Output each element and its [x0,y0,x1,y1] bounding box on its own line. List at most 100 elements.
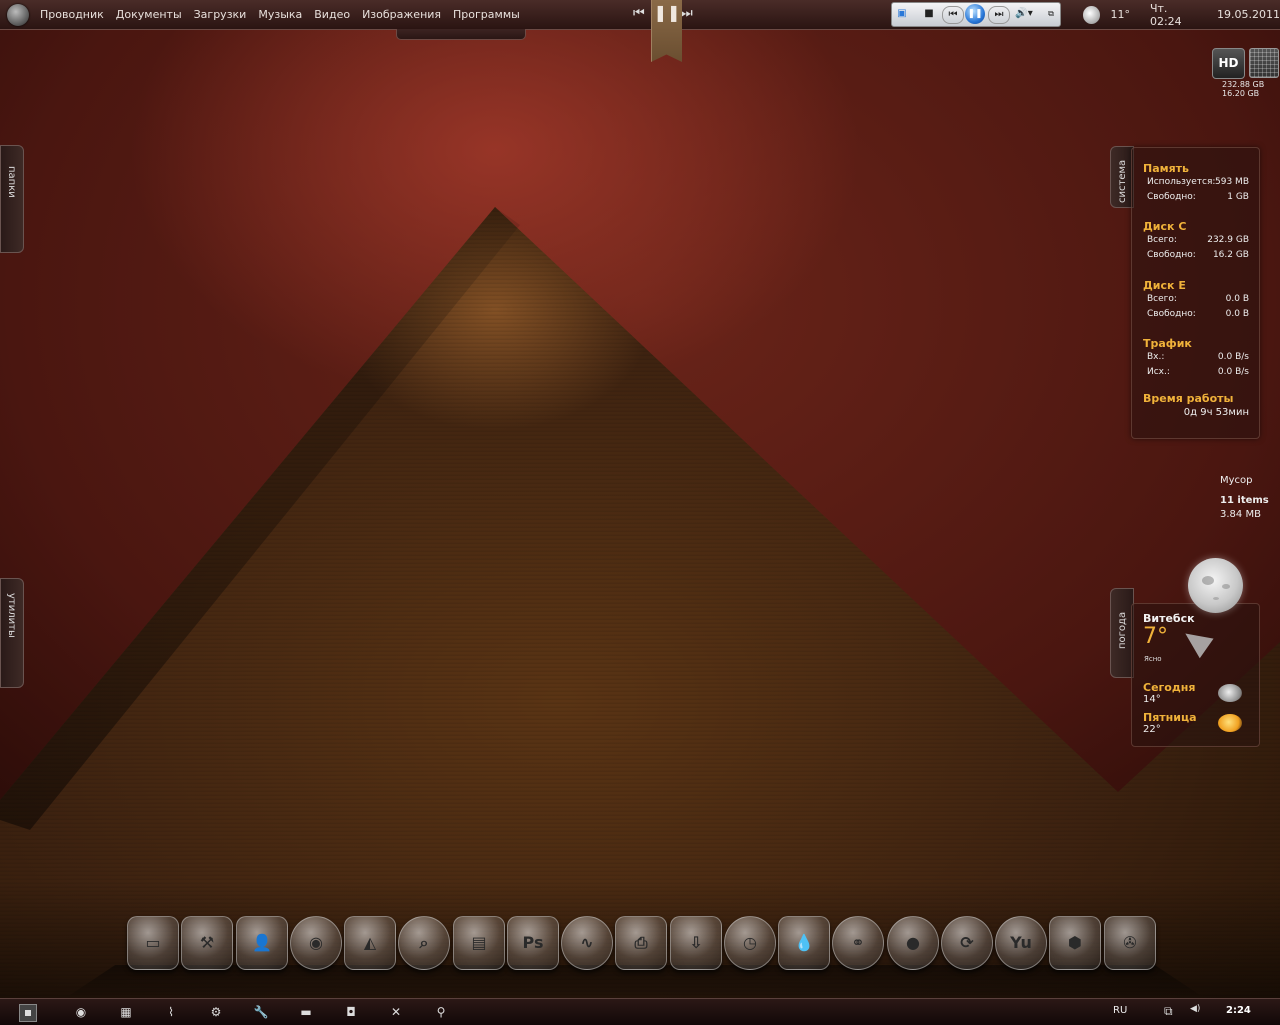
disk-e-total-row: Всего: 0.0 B [1147,294,1249,304]
taskbar-close-icon[interactable]: ✕ [385,1002,407,1022]
menu-video[interactable]: Видео [308,0,356,29]
clock-icon[interactable]: ◷ [724,916,776,970]
sidetab-utilities[interactable]: утилиты [0,578,24,688]
uptime-value: 0д 9ч 53мин [1183,407,1249,418]
sun-cloud-icon [1218,714,1242,732]
taskbar-clock[interactable]: 2:24 [1226,1005,1251,1016]
start-orb-icon[interactable] [7,4,29,26]
disk-e-title: Диск E [1143,279,1186,292]
ball-icon[interactable]: ● [887,916,939,970]
sidetab-folders[interactable]: папки [0,145,24,253]
menu-images[interactable]: Изображения [356,0,447,29]
menu-programs[interactable]: Программы [447,0,526,29]
taskbar-explorer-icon[interactable]: ▦ [115,1002,137,1022]
volume-tray-icon[interactable]: ◀) [1190,1004,1200,1014]
memory-free-row: Свободно: 1 GB [1147,192,1249,202]
taskbar-wrench-icon[interactable]: 🔧 [250,1002,272,1022]
pause-icon[interactable]: ❚❚ [965,4,985,24]
media-bookmark-ribbon[interactable]: ❚❚ [651,0,682,62]
user-icon[interactable]: 👤 [236,916,288,970]
sidetab-weather-label: погода [1117,611,1128,649]
wmp-restore-icon[interactable]: ⧉ [1046,6,1056,22]
taskbar-start-button[interactable] [19,1004,37,1022]
yu-icon[interactable]: Yu [995,916,1047,970]
rewind-icon[interactable]: ⏮ [942,6,964,24]
top-temp: 11° [1110,8,1130,21]
menu-music[interactable]: Музыка [252,0,308,29]
activity-monitor-icon[interactable]: ∿ [561,916,613,970]
disk-c-free-label: Свободно: [1147,250,1196,260]
traffic-out-label: Исх.: [1147,367,1170,377]
taskbar-folder-icon[interactable]: ▬ [295,1002,317,1022]
firefox-icon[interactable]: ◉ [290,916,342,970]
wmp-logo-icon[interactable]: ▣ [895,6,909,22]
computer-icon[interactable]: ▭ [127,916,179,970]
taskbar-pulse-icon[interactable]: ⌇ [160,1002,182,1022]
disk-c-free-row: Свободно: 16.2 GB [1147,250,1249,260]
photoshop-icon[interactable]: Ps [507,916,559,970]
disk-e-free-row: Свободно: 0.0 B [1147,309,1249,319]
trefoil-icon[interactable]: ✇ [1104,916,1156,970]
network-tray-icon[interactable]: ⧉ [1164,1004,1173,1019]
disk-e-total-value: 0.0 B [1225,294,1249,304]
taskbar: ◉ ▦ ⌇ ⚙ 🔧 ▬ ◘ ✕ ⚲ RU ⧉ ◀) 2:24 [0,998,1280,1025]
floppy-icon[interactable]: ▤ [453,916,505,970]
language-indicator[interactable]: RU [1113,1005,1127,1016]
forecast-friday-label: Пятница [1143,711,1197,724]
top-date: 19.05.2011 [1217,8,1280,21]
forward-icon[interactable]: ⏭ [988,6,1010,24]
disk-e-free-label: Свободно: [1147,309,1196,319]
weather-mini-icon[interactable] [1083,5,1101,24]
memory-used-value: 593 MB [1215,177,1249,187]
taskbar-settings-icon[interactable]: ⚙ [205,1002,227,1022]
hd-button[interactable]: HD [1212,48,1245,79]
memory-title: Память [1143,162,1190,175]
cleaner-icon[interactable]: ⟳ [941,916,993,970]
menu-downloads[interactable]: Загрузки [188,0,253,29]
traffic-out-value: 0.0 B/s [1217,367,1249,377]
sidetab-utilities-label: утилиты [6,593,17,638]
traffic-in-label: Вх.: [1147,352,1165,362]
next-track-icon[interactable]: ⏭ [681,6,693,21]
places-menu: Проводник Документы Загрузки Музыка Виде… [34,0,526,29]
wind-arrow-icon [1178,623,1214,659]
disk-c-total-value: 232.9 GB [1207,235,1249,245]
forecast-friday-temp: 22° [1143,724,1161,735]
hd-total: 232.88 GB [1222,80,1265,89]
taskbar-camera-icon[interactable]: ◘ [340,1002,362,1022]
weather-temp: 7° [1143,624,1168,649]
system-monitor-panel: Память Используется: 593 MB Свободно: 1 … [1131,147,1260,439]
hd-free: 16.20 GB [1222,89,1260,98]
moon-cloud-icon [1218,684,1242,702]
top-day-time: Чт. 02:24 [1149,1,1182,28]
disk-c-total-label: Всего: [1147,235,1177,245]
dreamweaver-icon[interactable]: ◭ [344,916,396,970]
top-menubar: Проводник Документы Загрузки Музыка Виде… [0,0,1280,30]
volume-icon[interactable]: 🔊▾ [1012,6,1036,22]
installer-icon[interactable]: ⇩ [670,916,722,970]
stop-icon[interactable]: ■ [922,6,936,22]
printer-icon[interactable]: ⎙ [615,916,667,970]
taskbar-search-icon[interactable]: ⚲ [430,1002,452,1022]
drop-icon[interactable]: 💧 [778,916,830,970]
memory-used-row: Используется: 593 MB [1147,177,1249,187]
network-icon[interactable]: ⚭ [832,916,884,970]
taskbar-firefox-icon[interactable]: ◉ [70,1002,92,1022]
hexagons-icon[interactable]: ⬢ [1049,916,1101,970]
menu-documents[interactable]: Документы [110,0,188,29]
memory-free-label: Свободно: [1147,192,1196,202]
pause-bookmark-icon: ❚❚ [653,3,681,22]
menu-explorer[interactable]: Проводник [34,0,110,29]
disk-c-free-value: 16.2 GB [1212,250,1249,260]
trash-title: Мусор [1220,475,1253,486]
trash-widget[interactable]: Мусор 11 items 3.84 MB [1220,474,1269,522]
sidetab-system-label: система [1117,159,1128,203]
menubar-pulldown-handle[interactable] [396,29,526,40]
memory-free-value: 1 GB [1227,192,1249,202]
grid-icon[interactable] [1249,48,1279,78]
traffic-title: Трафик [1143,337,1192,350]
previous-track-icon[interactable]: ⏮ [633,6,645,21]
tools-icon[interactable]: ⚒ [181,916,233,970]
disk-c-title: Диск C [1143,220,1187,233]
search-icon[interactable]: ⌕ [398,916,450,970]
